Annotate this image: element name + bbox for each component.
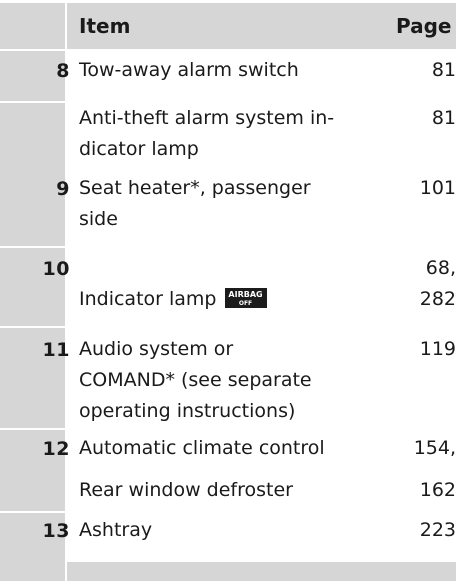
row-item: Rear window defroster [79, 479, 293, 501]
row-page: 119 [419, 338, 456, 360]
table-header [0, 3, 456, 49]
row-number: 8 [56, 60, 70, 82]
row-divider [65, 471, 456, 473]
row-number: 11 [42, 339, 70, 361]
row-item: Seat heater*, passenger side [79, 177, 311, 230]
column-divider [65, 3, 67, 581]
row-number: 9 [56, 178, 70, 200]
row-item-with-icon: Indicator lamp AIRBAG OFF [79, 253, 379, 315]
row-number: 13 [42, 520, 70, 542]
row-item: Tow-away alarm switch [79, 59, 299, 81]
row-page: 68, 282 [419, 257, 456, 310]
row-page: 81 [431, 59, 456, 81]
page-column-header: Page [396, 14, 452, 38]
row-divider [0, 246, 456, 248]
row-item: Ashtray [79, 519, 153, 541]
number-column-background [0, 49, 65, 581]
row-number: 12 [42, 438, 70, 460]
row-page: 81 [431, 107, 456, 129]
row-divider [0, 511, 456, 513]
airbag-off-indicator-icon: AIRBAG OFF [224, 287, 267, 308]
row-page: 223 [419, 519, 456, 541]
row-item: Audio system or COMAND* (see separate op… [79, 338, 312, 422]
row-divider [0, 428, 456, 430]
row-page: 101 [419, 177, 456, 199]
row-item: Indicator lamp [79, 288, 217, 310]
bottom-band-left [0, 562, 65, 581]
item-column-header: Item [79, 14, 131, 38]
row-page: 154, [413, 437, 456, 459]
index-table: Item Page 8 Tow-away alarm switch 81 Ant… [0, 0, 456, 581]
row-number: 10 [42, 258, 70, 280]
bottom-band [65, 562, 456, 581]
row-item: Automatic climate control [79, 437, 325, 459]
row-divider [0, 326, 456, 328]
header-divider [0, 49, 456, 51]
row-item: Anti-theft alarm system in- dicator lamp [79, 107, 335, 160]
row-page: 162 [419, 479, 456, 501]
